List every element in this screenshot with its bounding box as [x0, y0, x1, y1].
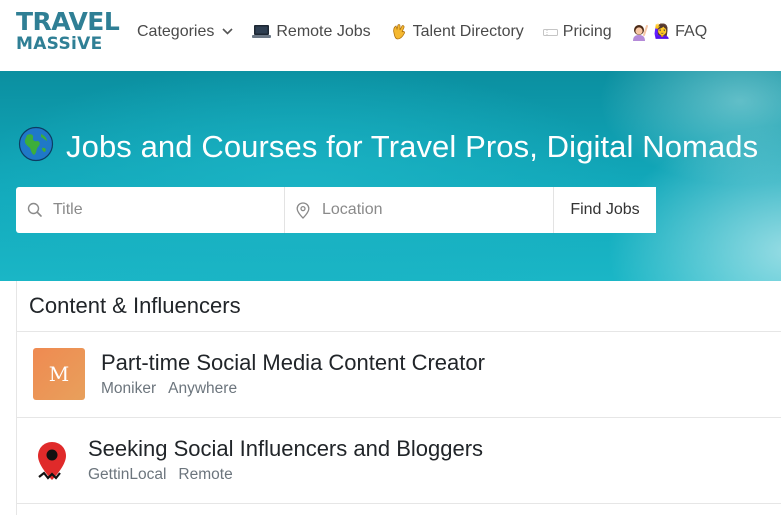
- ticket-icon: [542, 27, 558, 37]
- location-search-field: [285, 187, 554, 233]
- job-location: Remote: [178, 466, 233, 483]
- nav-remote-jobs[interactable]: Remote Jobs: [252, 22, 371, 41]
- nav-talent-directory[interactable]: Talent Directory: [390, 23, 524, 41]
- logo-line-1: TRAVEL: [16, 7, 120, 36]
- job-listing[interactable]: Seeking Social Influencers and Bloggers …: [17, 418, 781, 504]
- globe-icon: [18, 126, 54, 167]
- location-input[interactable]: [285, 187, 553, 233]
- hero-banner: Jobs and Courses for Travel Pros, Digita…: [0, 71, 781, 281]
- job-meta: GettinLocal Remote: [88, 466, 233, 484]
- job-listing[interactable]: M Part-time Social Media Content Creator…: [17, 332, 781, 418]
- waving-hand-icon: [390, 23, 408, 41]
- title-input[interactable]: [16, 187, 284, 233]
- hero-title-text: Jobs and Courses for Travel Pros, Digita…: [66, 128, 759, 164]
- nav-categories[interactable]: Categories: [137, 23, 233, 41]
- nav-categories-label: Categories: [137, 22, 215, 40]
- moniker-logo-letter: M: [48, 362, 70, 386]
- chevron-down-icon: [222, 28, 233, 35]
- find-jobs-button[interactable]: Find Jobs: [554, 187, 656, 233]
- job-location: Anywhere: [168, 380, 238, 397]
- job-title[interactable]: Part-time Social Media Content Creator: [101, 350, 485, 376]
- nav-faq-label: FAQ: [675, 22, 708, 40]
- location-pin-icon: [296, 202, 310, 219]
- nav-pricing-label: Pricing: [562, 22, 612, 40]
- gettinlocal-logo: [35, 440, 69, 486]
- job-meta: Moniker Anywhere: [101, 380, 237, 398]
- category-heading: Content & Influencers: [17, 281, 781, 332]
- faq-female-sign: 🙋‍♀: [653, 23, 672, 40]
- job-company: Moniker: [101, 380, 157, 397]
- search-icon: [27, 202, 42, 217]
- nav-remote-jobs-label: Remote Jobs: [276, 22, 371, 40]
- job-search-bar: Find Jobs: [16, 187, 656, 233]
- nav-faq[interactable]: 🙋‍♀ FAQ: [631, 23, 707, 41]
- nav-talent-directory-label: Talent Directory: [412, 22, 524, 40]
- hero-heading: Jobs and Courses for Travel Pros, Digita…: [18, 126, 758, 167]
- job-company: GettinLocal: [88, 466, 167, 483]
- main-nav: Categories Remote Jobs Talent Directory …: [137, 0, 726, 63]
- top-navbar: TRAVEL MASSiVE Categories Remote Jobs Ta…: [0, 0, 781, 71]
- nav-pricing[interactable]: Pricing: [542, 22, 612, 41]
- job-title[interactable]: Seeking Social Influencers and Bloggers: [88, 436, 483, 462]
- moniker-logo: M: [33, 348, 85, 400]
- job-listings-card: Content & Influencers M Part-time Social…: [16, 281, 781, 515]
- logo-line-2: MASSiVE: [16, 34, 103, 54]
- title-search-field: [16, 187, 285, 233]
- travel-massive-logo[interactable]: TRAVEL MASSiVE: [16, 7, 120, 55]
- person-raising-hand-icon: [631, 23, 649, 41]
- laptop-icon: [252, 24, 272, 39]
